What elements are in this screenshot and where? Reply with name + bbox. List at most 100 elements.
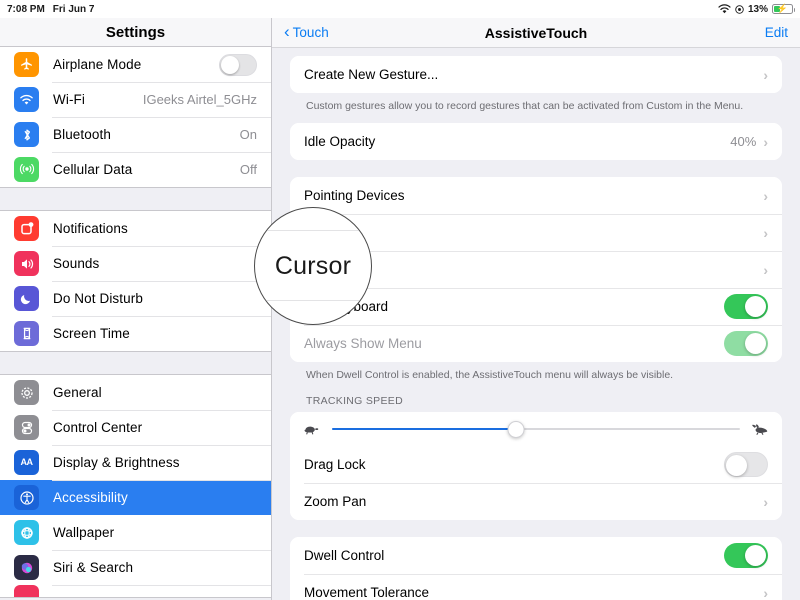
back-button[interactable]: ‹ Touch [284,22,329,41]
sidebar-title: Settings [0,18,271,46]
chevron-right-icon: › [763,584,768,600]
sidebar-item-accessibility[interactable]: Accessibility [0,480,271,515]
idle-opacity-value: 40% [730,134,757,150]
sidebar-item-cellular-data[interactable]: Cellular Data Off [0,152,271,187]
chevron-right-icon: › [763,133,768,150]
sidebar-item-label: Bluetooth [53,127,111,142]
row-dwell-control[interactable]: Dwell Control [290,537,782,575]
sidebar-item-notifications[interactable]: Notifications [0,211,271,246]
battery-icon: ⚡ [772,4,795,14]
magnified-divider [255,230,371,231]
sidebar-item-label: General [53,385,102,400]
page-title: AssistiveTouch [484,24,588,41]
chevron-right-icon: › [763,187,768,204]
row-label: Create New Gesture... [304,67,439,82]
settings-sidebar: Settings Airplane Mode Wi-Fi IGeeks Airt… [0,18,272,600]
row-zoom-pan[interactable]: Zoom Pan › [290,483,782,521]
row-accessory: › [763,68,768,82]
row-label: Dwell Control [304,548,385,564]
row-accessory: › [763,226,768,240]
sidebar-item-partial[interactable] [0,585,271,597]
sidebar-group-gap [0,352,271,374]
gear-icon [14,380,39,405]
control-center-icon [14,415,39,440]
row-always-show-menu[interactable]: Always Show Menu [290,325,782,363]
sidebar-item-airplane-mode[interactable]: Airplane Mode [0,47,271,82]
sidebar-item-display-brightness[interactable]: AA Display & Brightness [0,445,271,480]
row-accessory [724,543,768,569]
sidebar-item-sounds[interactable]: Sounds [0,246,271,281]
wifi-icon [14,87,39,112]
magnified-label: Cursor [274,251,352,280]
row-accessory [724,331,768,357]
row-label: Movement Tolerance [304,585,430,600]
row-accessory: › [763,189,768,203]
sidebar-item-label: Wi-Fi [53,92,85,107]
sidebar-item-bluetooth[interactable]: Bluetooth On [0,117,271,152]
row-create-new-gesture[interactable]: Create New Gesture... › [290,56,782,93]
sidebar-item-label: Siri & Search [53,560,134,575]
magnifier-loupe: Cursor [254,207,372,325]
sidebar-item-label: Control Center [53,420,143,435]
sidebar-item-do-not-disturb[interactable]: Do Not Disturb [0,281,271,316]
rabbit-icon [750,423,768,436]
row-label: Always Show Menu [304,336,422,352]
create-gesture-card: Create New Gesture... › [290,56,782,93]
hourglass-icon [14,321,39,346]
sidebar-item-label: Cellular Data [53,162,133,177]
split-view: Settings Airplane Mode Wi-Fi IGeeks Airt… [0,18,800,600]
sidebar-group-alerts: Notifications Sounds Do Not Disturb Scre… [0,210,271,352]
row-accessory [724,294,768,320]
display-brightness-icon: AA [14,450,39,475]
status-bar-right: 13% ⚡ [718,3,795,15]
slider-thumb[interactable] [507,420,525,438]
idle-opacity-card: Idle Opacity 40% › [290,123,782,161]
back-button-label: Touch [292,25,329,40]
sidebar-item-label: Sounds [53,256,100,271]
sounds-icon [14,251,39,276]
chevron-right-icon: › [763,224,768,241]
dwell-footnote: When Dwell Control is enabled, the Assis… [306,369,674,382]
magnified-divider [255,300,371,301]
sidebar-group-connectivity: Airplane Mode Wi-Fi IGeeks Airtel_5GHz B… [0,46,271,188]
sidebar-item-general[interactable]: General [0,375,271,410]
onscreen-keyboard-toggle[interactable] [724,294,768,320]
notifications-icon [14,216,39,241]
chevron-right-icon: › [763,493,768,510]
airplane-mode-toggle[interactable] [219,53,257,76]
status-bar: 7:08 PM Fri Jun 7 13% ⚡ [0,0,800,18]
drag-lock-toggle[interactable] [724,452,768,478]
wifi-icon [718,4,731,14]
bluetooth-icon [14,122,39,147]
status-date: Fri Jun 7 [52,3,95,15]
row-pointing-devices[interactable]: Pointing Devices › [290,177,782,215]
tracking-speed-slider[interactable] [332,420,740,438]
sidebar-item-siri-search[interactable]: Siri & Search [0,550,271,585]
airplane-icon [14,52,39,77]
dwell-control-toggle[interactable] [724,543,768,569]
edit-button[interactable]: Edit [765,25,788,40]
bluetooth-state-value: On [239,127,257,142]
wifi-network-value: IGeeks Airtel_5GHz [142,92,257,107]
always-show-menu-toggle[interactable] [724,331,768,357]
sidebar-item-wallpaper[interactable]: Wallpaper [0,515,271,550]
sidebar-item-control-center[interactable]: Control Center [0,410,271,445]
tracking-speed-slider-row[interactable] [290,412,782,447]
row-movement-tolerance[interactable]: Movement Tolerance › [290,574,782,600]
gesture-footnote: Custom gestures allow you to record gest… [306,100,744,112]
chevron-left-icon: ‹ [284,22,290,41]
slider-fill [332,428,516,431]
sidebar-scroll[interactable]: Airplane Mode Wi-Fi IGeeks Airtel_5GHz B… [0,46,271,600]
sidebar-item-label: Screen Time [53,326,130,341]
row-idle-opacity[interactable]: Idle Opacity 40% › [290,123,782,161]
row-drag-lock[interactable]: Drag Lock [290,446,782,484]
battery-percent: 13% [747,3,768,15]
moon-icon [14,286,39,311]
sidebar-item-screen-time[interactable]: Screen Time [0,316,271,351]
row-label: Idle Opacity [304,134,376,150]
sidebar-item-wifi[interactable]: Wi-Fi IGeeks Airtel_5GHz [0,82,271,117]
chevron-right-icon: › [763,66,768,83]
settings-list[interactable]: Create New Gesture... › Custom gestures … [272,48,800,600]
cellular-icon [14,157,39,182]
